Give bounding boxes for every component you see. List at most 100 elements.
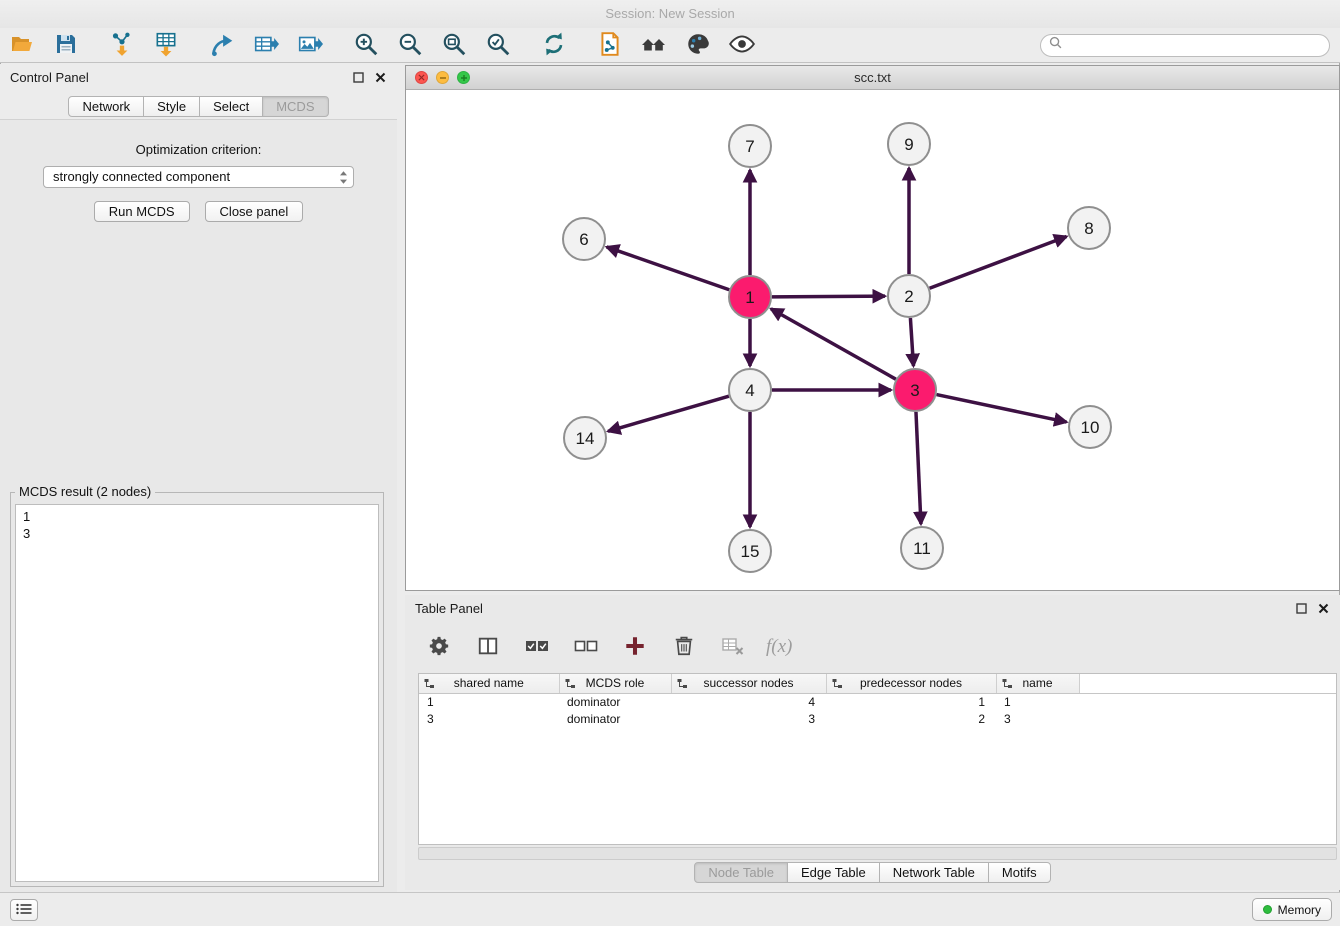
tab-network-table[interactable]: Network Table	[879, 862, 989, 883]
network-document-button[interactable]	[594, 29, 626, 61]
close-window-button[interactable]	[415, 71, 428, 84]
node-label: 4	[745, 381, 754, 400]
delete-table-icon	[721, 635, 745, 660]
graph-node-8[interactable]: 8	[1068, 207, 1110, 249]
close-panel-x-button[interactable]	[373, 70, 387, 84]
eye-icon	[728, 32, 756, 59]
unselect-all-columns-button[interactable]	[570, 631, 602, 663]
mcds-result-box[interactable]: 1 3	[15, 504, 379, 882]
graph-node-2[interactable]: 2	[888, 275, 930, 317]
tab-motifs[interactable]: Motifs	[988, 862, 1051, 883]
status-bar: Memory	[0, 892, 1340, 926]
node-label: 14	[576, 429, 595, 448]
table-header-row: shared name MCDS role successor nodes pr…	[419, 674, 1336, 693]
add-column-button[interactable]	[619, 631, 651, 663]
column-header-predecessor-nodes[interactable]: predecessor nodes	[826, 674, 996, 693]
zoom-out-button[interactable]	[394, 29, 426, 61]
export-network-button[interactable]	[206, 29, 238, 61]
tab-network[interactable]: Network	[68, 96, 144, 117]
edge-3-10[interactable]	[937, 395, 1067, 422]
function-builder-button[interactable]: f(x)	[766, 631, 792, 663]
network-window-title: scc.txt	[854, 70, 891, 85]
memory-button[interactable]: Memory	[1252, 898, 1332, 921]
tab-style[interactable]: Style	[143, 96, 200, 117]
minimize-window-button[interactable]	[436, 71, 449, 84]
close-table-panel-button[interactable]	[1316, 601, 1330, 615]
close-panel-button[interactable]: Close panel	[205, 201, 304, 222]
column-header-filler	[1079, 674, 1336, 693]
network-window: scc.txt 7 9 6 8 1 2 4 3 14 10 15 11	[405, 65, 1340, 591]
delete-column-button[interactable]	[668, 631, 700, 663]
graph-node-6[interactable]: 6	[563, 218, 605, 260]
graph-node-3[interactable]: 3	[894, 369, 936, 411]
delete-table-button[interactable]	[717, 631, 749, 663]
edge-4-14[interactable]	[608, 396, 729, 431]
column-header-shared-name[interactable]: shared name	[419, 674, 559, 693]
float-table-panel-button[interactable]	[1294, 601, 1308, 615]
search-box[interactable]	[1040, 34, 1330, 57]
home-button[interactable]	[638, 29, 670, 61]
criterion-select[interactable]: strongly connected component	[43, 166, 354, 188]
show-hide-button[interactable]	[726, 29, 758, 61]
save-session-button[interactable]	[50, 29, 82, 61]
open-file-button[interactable]	[6, 29, 38, 61]
plus-icon	[624, 635, 646, 660]
home-icon	[640, 32, 668, 59]
refresh-view-button[interactable]	[538, 29, 570, 61]
export-network-icon	[209, 31, 235, 60]
edge-3-1[interactable]	[771, 309, 896, 379]
import-table-button[interactable]	[150, 29, 182, 61]
column-header-mcds-role[interactable]: MCDS role	[559, 674, 671, 693]
node-table[interactable]: shared name MCDS role successor nodes pr…	[418, 673, 1337, 845]
edge-1-2[interactable]	[772, 296, 885, 297]
table-settings-button[interactable]	[423, 631, 455, 663]
tab-select[interactable]: Select	[199, 96, 263, 117]
export-table-button[interactable]	[250, 29, 282, 61]
table-row[interactable]: 3 dominator 3 2 3	[419, 710, 1336, 727]
column-header-name[interactable]: name	[996, 674, 1079, 693]
graph-node-11[interactable]: 11	[901, 527, 943, 569]
run-mcds-button[interactable]: Run MCDS	[94, 201, 190, 222]
edge-2-3[interactable]	[910, 318, 913, 366]
window-title: Session: New Session	[605, 6, 734, 21]
network-canvas[interactable]: 7 9 6 8 1 2 4 3 14 10 15 11	[406, 90, 1339, 590]
graph-node-15[interactable]: 15	[729, 530, 771, 572]
tab-node-table[interactable]: Node Table	[694, 862, 788, 883]
style-palette-button[interactable]	[682, 29, 714, 61]
edge-3-11[interactable]	[916, 412, 921, 524]
graph-node-4[interactable]: 4	[729, 369, 771, 411]
tab-mcds[interactable]: MCDS	[262, 96, 328, 117]
memory-status-icon	[1263, 905, 1272, 914]
horizontal-scrollbar[interactable]	[418, 847, 1337, 860]
control-panel-title: Control Panel	[10, 70, 89, 85]
column-header-successor-nodes[interactable]: successor nodes	[671, 674, 826, 693]
graph-node-10[interactable]: 10	[1069, 406, 1111, 448]
split-columns-button[interactable]	[472, 631, 504, 663]
table-row[interactable]: 1 dominator 4 1 1	[419, 693, 1336, 710]
function-builder-icon: f(x)	[766, 636, 792, 658]
search-icon	[1049, 36, 1062, 54]
select-all-columns-button[interactable]	[521, 631, 553, 663]
graph-node-9[interactable]: 9	[888, 123, 930, 165]
tab-edge-table[interactable]: Edge Table	[787, 862, 880, 883]
float-panel-button[interactable]	[351, 70, 365, 84]
graph-node-14[interactable]: 14	[564, 417, 606, 459]
select-all-icon	[525, 635, 549, 660]
edge-1-6[interactable]	[607, 247, 730, 290]
graph-node-7[interactable]: 7	[729, 125, 771, 167]
zoom-fit-button[interactable]	[438, 29, 470, 61]
task-history-button[interactable]	[10, 899, 38, 921]
import-network-button[interactable]	[106, 29, 138, 61]
zoom-in-button[interactable]	[350, 29, 382, 61]
node-label: 6	[579, 230, 588, 249]
edge-2-8[interactable]	[930, 236, 1067, 288]
search-input[interactable]	[1067, 38, 1321, 52]
export-image-button[interactable]	[294, 29, 326, 61]
zoom-window-button[interactable]	[457, 71, 470, 84]
graph-node-1[interactable]: 1	[729, 276, 771, 318]
zoom-selected-button[interactable]	[482, 29, 514, 61]
zoom-selected-icon	[485, 31, 511, 60]
window-titlebar[interactable]: Session: New Session	[0, 0, 1340, 28]
zoom-out-icon	[397, 31, 423, 60]
network-window-titlebar[interactable]: scc.txt	[406, 66, 1339, 90]
